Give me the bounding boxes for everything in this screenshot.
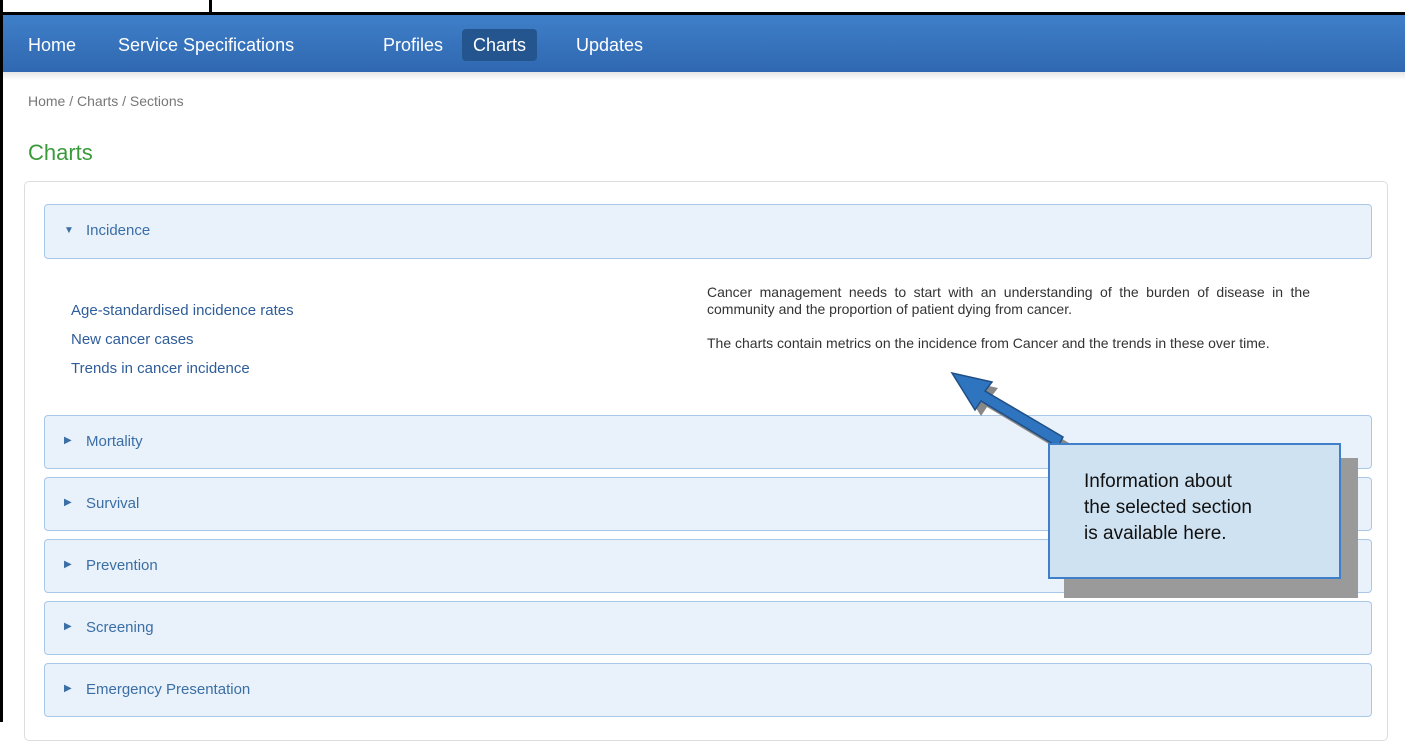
link-trends-in-cancer-incidence[interactable]: Trends in cancer incidence bbox=[71, 354, 294, 383]
breadcrumb: Home / Charts / Sections bbox=[28, 93, 184, 109]
accordion-label: Survival bbox=[86, 495, 140, 512]
nav-home[interactable]: Home bbox=[17, 29, 87, 61]
accordion-label: Mortality bbox=[86, 433, 143, 450]
nav-profiles[interactable]: Profiles bbox=[372, 29, 454, 61]
link-age-standardised-incidence-rates[interactable]: Age-standardised incidence rates bbox=[71, 296, 294, 325]
description-paragraph: Cancer management needs to start with an… bbox=[707, 284, 1310, 317]
callout-box: Information about the selected section i… bbox=[1048, 443, 1341, 579]
caret-right-icon: ▶ bbox=[64, 497, 72, 508]
accordion-label: Screening bbox=[86, 619, 154, 636]
link-new-cancer-cases[interactable]: New cancer cases bbox=[71, 325, 294, 354]
navbar-shadow bbox=[3, 72, 1405, 80]
accordion-label: Emergency Presentation bbox=[86, 681, 251, 698]
accordion-header-incidence[interactable]: ▼ Incidence bbox=[44, 204, 1372, 259]
caret-down-icon: ▼ bbox=[64, 225, 74, 236]
accordion-label: Prevention bbox=[86, 557, 158, 574]
incidence-links: Age-standardised incidence rates New can… bbox=[71, 296, 294, 383]
accordion-header-emergency-presentation[interactable]: ▶ Emergency Presentation bbox=[44, 663, 1372, 717]
description-paragraph: The charts contain metrics on the incide… bbox=[707, 335, 1270, 351]
nav-charts[interactable]: Charts bbox=[462, 29, 538, 61]
caret-right-icon: ▶ bbox=[64, 683, 72, 694]
caret-right-icon: ▶ bbox=[64, 559, 72, 570]
frame-border-left bbox=[0, 0, 3, 722]
page-title: Charts bbox=[28, 140, 93, 165]
accordion-header-screening[interactable]: ▶ Screening bbox=[44, 601, 1372, 655]
frame-tab bbox=[0, 0, 212, 12]
callout-line: is available here. bbox=[1084, 523, 1227, 544]
accordion-label: Incidence bbox=[86, 222, 151, 239]
caret-right-icon: ▶ bbox=[64, 621, 72, 632]
top-navbar: Home Service Specifications Profiles Cha… bbox=[3, 15, 1405, 72]
section-description: Cancer management needs to start with an… bbox=[707, 284, 1310, 369]
nav-service-specifications[interactable]: Service Specifications bbox=[107, 29, 305, 61]
callout-line: the selected section bbox=[1084, 497, 1252, 518]
caret-right-icon: ▶ bbox=[64, 435, 72, 446]
nav-updates[interactable]: Updates bbox=[565, 29, 654, 61]
callout-line: Information about bbox=[1084, 471, 1232, 492]
